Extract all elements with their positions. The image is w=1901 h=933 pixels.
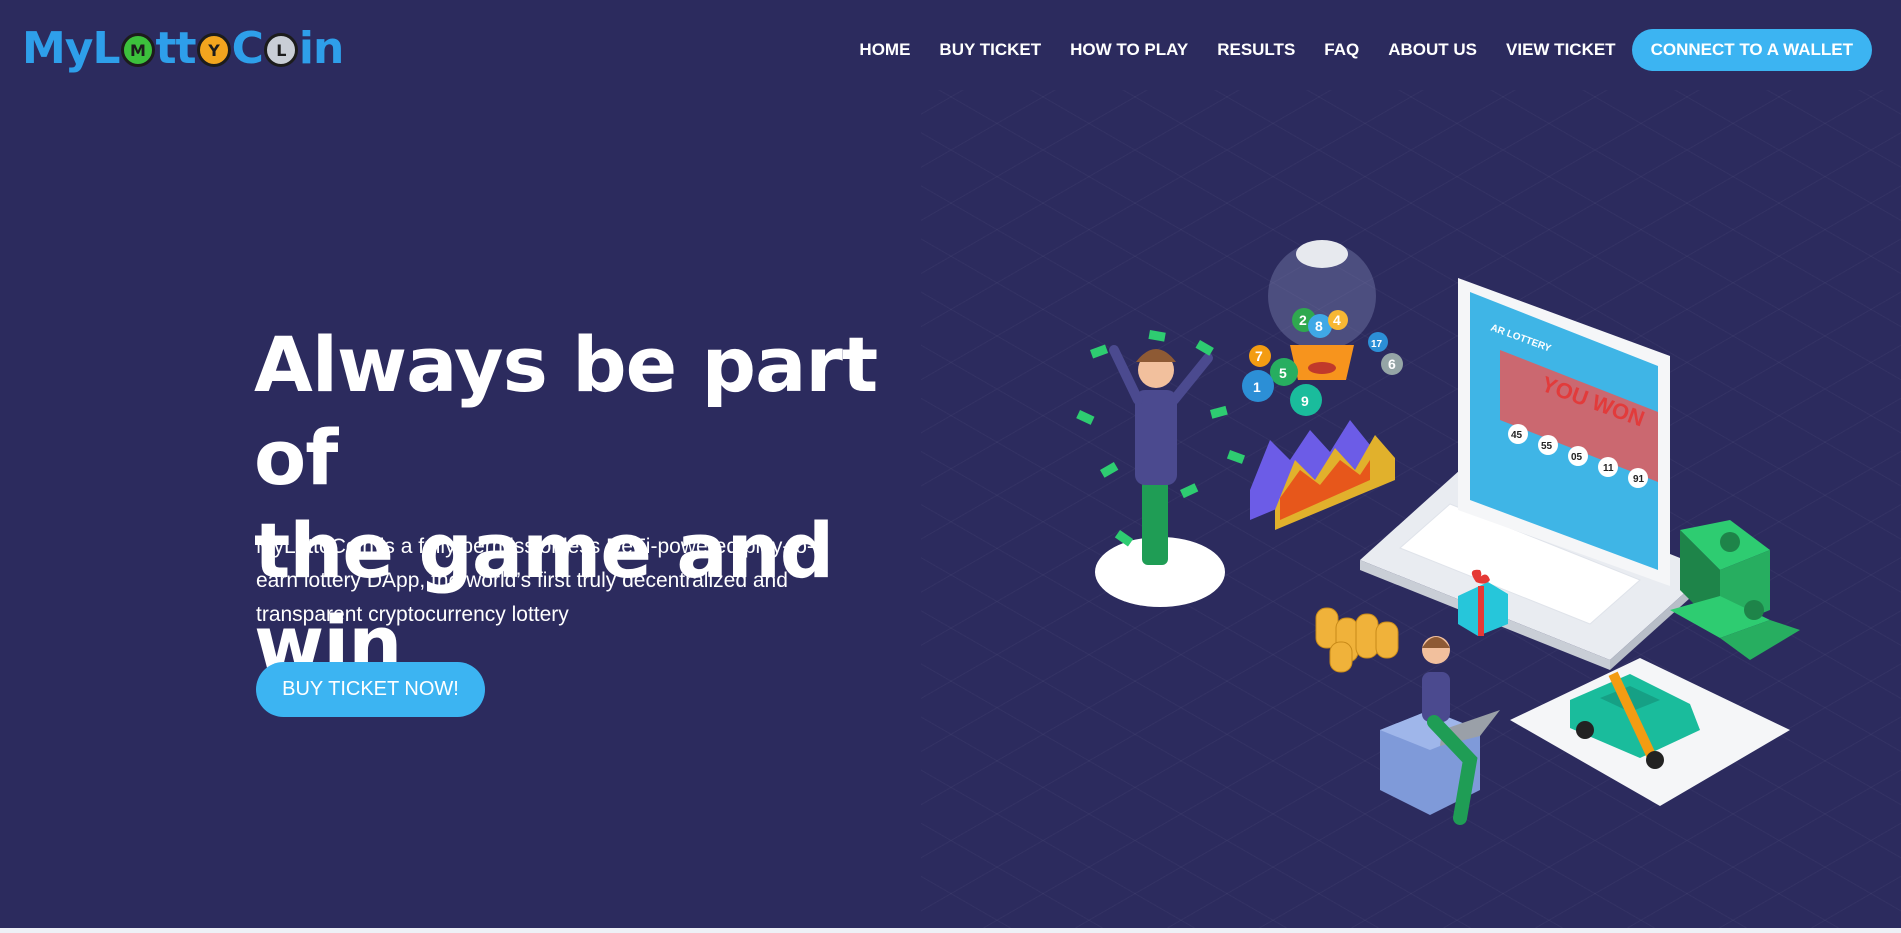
- winning-number: 55: [1541, 441, 1553, 452]
- lottery-ball-number: 1: [1253, 379, 1261, 395]
- winning-number: 05: [1571, 452, 1583, 463]
- lottery-ball-number: 17: [1371, 339, 1383, 350]
- lottery-illustration: AR LOTTERY YOU WON 45 55 05 11 91 2 8 4 …: [1076, 240, 1800, 825]
- woman-with-laptop-figure: [1380, 636, 1500, 825]
- car-prize-image: [1510, 658, 1790, 806]
- chart-decoration: [1250, 420, 1395, 530]
- nav-view-ticket[interactable]: VIEW TICKET: [1506, 40, 1616, 60]
- page-bottom-divider: [0, 928, 1901, 933]
- nav-how-to-play[interactable]: HOW TO PLAY: [1070, 40, 1188, 60]
- nav-faq[interactable]: FAQ: [1324, 40, 1359, 60]
- lottery-ball-number: 2: [1299, 312, 1307, 328]
- lottery-ball-number: 7: [1255, 348, 1263, 364]
- logo-coin-green: M: [120, 33, 155, 67]
- buy-ticket-now-button[interactable]: BUY TICKET NOW!: [256, 662, 485, 717]
- hero-description: MyLottoCoin is a fully permissionless De…: [256, 535, 814, 626]
- winning-number: 45: [1511, 430, 1523, 441]
- winning-number: 91: [1633, 474, 1645, 485]
- logo-coin-silver: L: [263, 33, 298, 67]
- nav-home[interactable]: HOME: [859, 40, 910, 60]
- logo-coin-orange: Y: [196, 33, 231, 67]
- logo-text-c: C: [231, 22, 264, 74]
- lottery-ball-number: 6: [1388, 356, 1396, 372]
- main-nav: HOME BUY TICKET HOW TO PLAY RESULTS FAQ …: [859, 29, 1872, 71]
- nav-results[interactable]: RESULTS: [1217, 40, 1295, 60]
- celebrating-man-figure: [1095, 345, 1225, 607]
- lottery-ball-number: 8: [1315, 318, 1323, 334]
- lottery-ball-number: 5: [1279, 365, 1287, 381]
- cash-stacks: [1670, 520, 1800, 660]
- nav-buy-ticket[interactable]: BUY TICKET: [939, 40, 1041, 60]
- logo-text-middle: tt: [155, 22, 197, 74]
- site-logo[interactable]: MyL M tt Y C L in: [22, 18, 344, 78]
- nav-about-us[interactable]: ABOUT US: [1388, 40, 1477, 60]
- gold-coin-stacks: [1315, 607, 1399, 673]
- logo-coin-letter: M: [130, 40, 146, 60]
- hero-title: Always be part of the game and win: [254, 318, 954, 690]
- winning-number: 11: [1603, 463, 1614, 474]
- logo-text-prefix: MyL: [22, 22, 121, 74]
- lottery-ball-number: 4: [1333, 312, 1341, 328]
- logo-coin-letter: L: [276, 40, 286, 60]
- connect-wallet-button[interactable]: CONNECT TO A WALLET: [1631, 29, 1872, 71]
- lottery-ball-number: 9: [1301, 393, 1309, 409]
- hero-title-line-1: Always be part of: [254, 320, 878, 502]
- logo-coin-letter: Y: [208, 40, 220, 60]
- logo-text-suffix: in: [298, 22, 344, 74]
- laptop-image: AR LOTTERY YOU WON 45 55 05 11 91: [1360, 278, 1710, 670]
